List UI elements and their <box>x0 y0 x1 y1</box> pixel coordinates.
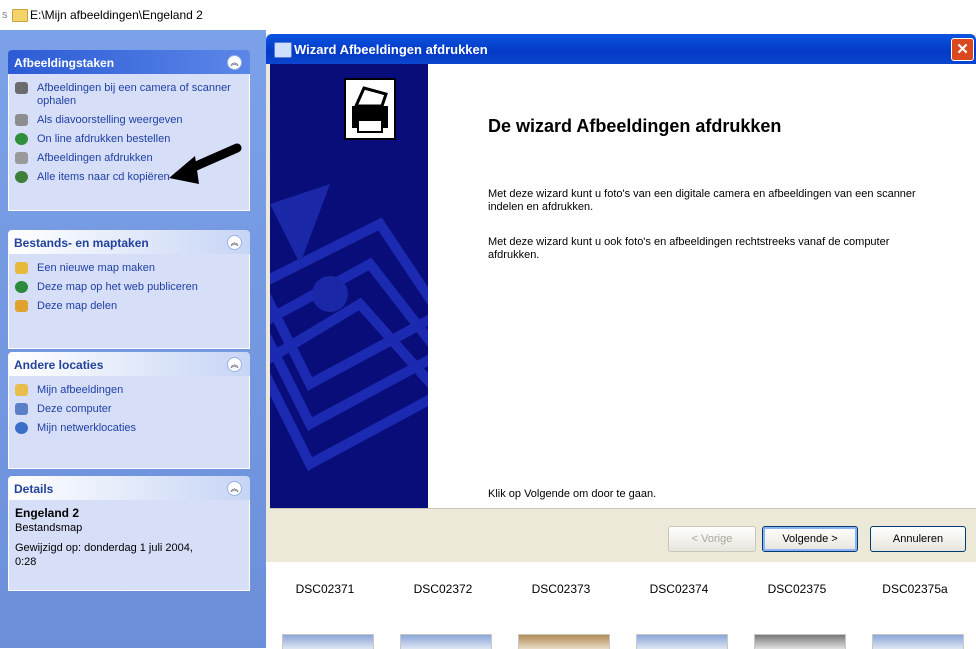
collapse-chevron-icon[interactable]: ︽ <box>227 357 242 372</box>
other-places-panel: Andere locaties ︽ Mijn afbeeldingen Deze… <box>8 352 250 469</box>
camera-icon <box>15 82 28 94</box>
task-label: Deze map delen <box>37 300 118 312</box>
picture-tasks-title: Afbeeldingstaken <box>14 56 115 70</box>
globe-icon <box>15 133 28 145</box>
thumbnail-label[interactable]: DSC02372 <box>384 582 502 596</box>
task-label: Afbeeldingen afdrukken <box>37 152 153 164</box>
dialog-title: Wizard Afbeeldingen afdrukken <box>294 42 488 57</box>
collapse-chevron-icon[interactable]: ︽ <box>227 235 242 250</box>
thumbnail-label[interactable]: DSC02375a <box>856 582 974 596</box>
thumbnail-label[interactable]: DSC02374 <box>620 582 738 596</box>
wizard-intro-paragraph: Met deze wizard kunt u foto's van een di… <box>488 188 916 213</box>
my-pictures-icon <box>15 384 28 396</box>
computer-icon <box>15 403 28 415</box>
cancel-button[interactable]: Annuleren <box>870 526 966 552</box>
detail-modified-time: 0:28 <box>15 556 37 568</box>
details-body: Engeland 2 Bestandsmap Gewijzigd op: don… <box>8 500 250 591</box>
cd-icon <box>15 171 28 183</box>
task-label: Alle items naar cd kopiëren <box>37 171 170 183</box>
address-path[interactable]: E:\Mijn afbeeldingen\Engeland 2 <box>30 8 203 22</box>
wizard-heading: De wizard Afbeeldingen afdrukken <box>488 116 782 136</box>
task-label: On line afdrukken bestellen <box>37 133 171 145</box>
place-label: Mijn netwerklocaties <box>37 422 137 434</box>
details-panel: Details ︽ Engeland 2 Bestandsmap Gewijzi… <box>8 476 250 591</box>
thumbnail-image[interactable] <box>518 634 610 649</box>
task-label: Een nieuwe map maken <box>37 262 156 274</box>
task-share-folder[interactable]: Deze map delen <box>15 300 243 313</box>
wizard-footer-text: Klik op Volgende om door te gaan. <box>488 488 657 500</box>
file-tasks-header[interactable]: Bestands- en maptaken ︽ <box>8 230 250 254</box>
other-places-body: Mijn afbeeldingen Deze computer Mijn net… <box>8 376 250 469</box>
details-title: Details <box>14 482 54 496</box>
thumbnail-view: DSC02371 DSC02372 DSC02373 DSC02374 DSC0… <box>266 562 976 649</box>
address-lead-text: s <box>2 9 8 21</box>
picture-tasks-header[interactable]: Afbeeldingstaken ︽ <box>8 50 250 74</box>
task-publish-web[interactable]: Deze map op het web publiceren <box>15 281 243 294</box>
task-pane: Afbeeldingstaken ︽ Afbeeldingen bij een … <box>0 30 266 648</box>
wizard-content: De wizard Afbeeldingen afdrukken Met dez… <box>344 64 976 508</box>
web-publish-icon <box>15 281 28 293</box>
place-network[interactable]: Mijn netwerklocaties <box>15 422 243 435</box>
printer-icon <box>344 78 396 140</box>
printer-icon <box>15 152 28 164</box>
thumbnail-image[interactable] <box>754 634 846 649</box>
thumbnail-label[interactable]: DSC02375 <box>738 582 856 596</box>
details-header[interactable]: Details ︽ <box>8 476 250 500</box>
place-my-pictures[interactable]: Mijn afbeeldingen <box>15 384 243 397</box>
place-my-computer[interactable]: Deze computer <box>15 403 243 416</box>
slideshow-icon <box>15 114 28 126</box>
folder-icon <box>12 9 28 22</box>
file-tasks-panel: Bestands- en maptaken ︽ Een nieuwe map m… <box>8 230 250 349</box>
share-folder-icon <box>15 300 28 312</box>
other-places-header[interactable]: Andere locaties ︽ <box>8 352 250 376</box>
back-button[interactable]: < Vorige <box>668 526 756 552</box>
thumbnail-image[interactable] <box>872 634 964 649</box>
collapse-chevron-icon[interactable]: ︽ <box>227 481 242 496</box>
thumbnail-image[interactable] <box>636 634 728 649</box>
dialog-title-bar[interactable]: Wizard Afbeeldingen afdrukken ✕ <box>266 34 976 64</box>
detail-modified: Gewijzigd op: donderdag 1 juli 2004, <box>15 542 193 554</box>
next-button[interactable]: Volgende > <box>762 526 858 552</box>
address-bar[interactable]: s E:\Mijn afbeeldingen\Engeland 2 <box>0 0 976 30</box>
new-folder-icon <box>15 262 28 274</box>
close-button[interactable]: ✕ <box>951 38 974 61</box>
place-label: Mijn afbeeldingen <box>37 384 124 396</box>
print-wizard-dialog: Wizard Afbeeldingen afdrukken ✕ De wizar… <box>266 34 976 563</box>
task-label: Als diavoorstelling weergeven <box>37 114 183 126</box>
collapse-chevron-icon[interactable]: ︽ <box>227 55 242 70</box>
wizard-second-paragraph: Met deze wizard kunt u ook foto's en afb… <box>488 236 890 261</box>
other-places-title: Andere locaties <box>14 358 104 372</box>
task-label: Deze map op het web publiceren <box>37 281 198 293</box>
pointer-arrow-icon <box>169 143 242 184</box>
thumbnail-label[interactable]: DSC02373 <box>502 582 620 596</box>
task-get-pictures[interactable]: Afbeeldingen bij een camera of scanner o… <box>15 82 243 108</box>
detail-name: Engeland 2 <box>15 506 80 520</box>
task-new-folder[interactable]: Een nieuwe map maken <box>15 262 243 275</box>
printer-small-icon <box>274 42 292 58</box>
thumbnail-label[interactable]: DSC02371 <box>266 582 384 596</box>
task-slideshow[interactable]: Als diavoorstelling weergeven <box>15 114 243 127</box>
task-label: Afbeeldingen bij een camera of scanner o… <box>37 82 231 107</box>
thumbnail-image[interactable] <box>400 634 492 649</box>
place-label: Deze computer <box>37 403 112 415</box>
thumbnail-image[interactable] <box>282 634 374 649</box>
detail-type: Bestandsmap <box>15 522 83 534</box>
file-tasks-body: Een nieuwe map maken Deze map op het web… <box>8 254 250 349</box>
file-tasks-title: Bestands- en maptaken <box>14 236 149 250</box>
network-icon <box>15 422 28 434</box>
